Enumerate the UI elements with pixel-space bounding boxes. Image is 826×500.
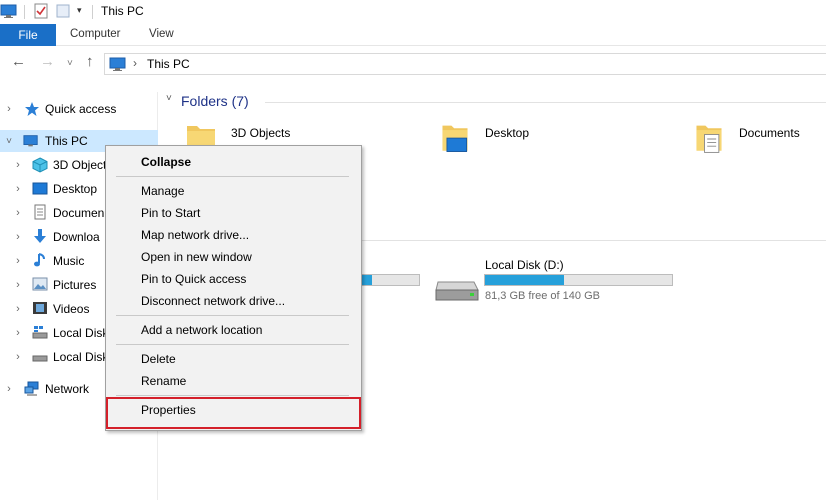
menu-item-rename[interactable]: Rename [141, 374, 186, 388]
chevron-right-icon[interactable]: › [13, 351, 23, 363]
menu-item-add-network-location[interactable]: Add a network location [141, 323, 262, 337]
breadcrumb-this-pc[interactable]: This PC [147, 57, 190, 71]
nav-label: Music [53, 254, 85, 268]
nav-label: Documen [53, 206, 105, 220]
chevron-right-icon[interactable]: › [13, 207, 23, 219]
nav-item-quick-access[interactable]: › Quick access [0, 98, 158, 120]
folder-desktop-icon [442, 125, 468, 152]
chevron-down-icon[interactable]: ˅ [4, 136, 14, 147]
menu-item-disconnect-network-drive[interactable]: Disconnect network drive... [141, 294, 285, 308]
nav-label: Desktop [53, 182, 98, 196]
desktop-icon [32, 182, 48, 195]
tab-computer[interactable]: Computer [70, 28, 121, 40]
address-row: ← → ˅ ↑ › This PC [0, 46, 826, 80]
recent-locations-icon[interactable]: ˅ [67, 56, 73, 72]
computer-icon [109, 57, 126, 71]
window-title: This PC [101, 4, 144, 18]
address-bar[interactable]: › This PC [104, 53, 826, 75]
chevron-right-icon[interactable]: › [13, 183, 23, 195]
chevron-right-icon[interactable]: › [13, 159, 23, 171]
forward-arrow-icon[interactable]: → [40, 54, 55, 70]
folder-label[interactable]: Desktop [485, 126, 529, 140]
computer-icon[interactable] [0, 3, 18, 19]
breadcrumb-chevron-icon[interactable]: › [133, 56, 137, 70]
menu-item-collapse[interactable]: Collapse [141, 155, 191, 169]
folder-label[interactable]: 3D Objects [231, 126, 290, 140]
menu-separator [116, 315, 349, 316]
menu-separator [116, 176, 349, 177]
tab-view[interactable]: View [149, 28, 174, 40]
properties-check-icon[interactable] [33, 3, 49, 19]
download-arrow-icon [34, 229, 46, 243]
up-arrow-icon[interactable]: ↑ [86, 54, 94, 70]
windows-drive-icon [32, 326, 48, 339]
network-icon [24, 381, 39, 396]
drive-d-free-space: 81,3 GB free of 140 GB [485, 290, 600, 302]
nav-label: Pictures [53, 278, 97, 292]
nav-label: 3D Object [53, 158, 107, 172]
chevron-right-icon[interactable]: › [13, 231, 23, 243]
hard-drive-icon [435, 281, 479, 301]
nav-label: Local Disk [53, 350, 109, 364]
customize-toolbar-icon[interactable]: ▾ [77, 5, 82, 16]
menu-separator [116, 344, 349, 345]
chevron-down-icon[interactable]: ˅ [166, 93, 172, 104]
pictures-icon [32, 277, 48, 291]
separator [92, 5, 93, 19]
drive-icon [32, 355, 48, 362]
chevron-right-icon[interactable]: › [4, 103, 14, 115]
star-icon [25, 102, 39, 116]
menu-item-pin-to-start[interactable]: Pin to Start [141, 206, 200, 220]
section-divider [360, 240, 826, 241]
ribbon-tabs: File Computer View [0, 24, 826, 46]
menu-item-pin-quick-access[interactable]: Pin to Quick access [141, 272, 246, 286]
drive-d-usage-fill [485, 275, 564, 285]
nav-label: Local Disk [53, 326, 109, 340]
context-menu: Collapse Manage Pin to Start Map network… [105, 145, 362, 431]
nav-label: This PC [45, 134, 88, 148]
chevron-right-icon[interactable]: › [13, 303, 23, 315]
nav-label: Quick access [45, 102, 117, 116]
tab-file[interactable]: File [0, 24, 56, 46]
title-bar: ▾ This PC [0, 0, 826, 24]
section-divider [265, 102, 826, 103]
chevron-right-icon[interactable]: › [13, 255, 23, 267]
chevron-right-icon[interactable]: › [4, 383, 14, 395]
folder-documents-icon [696, 125, 722, 153]
menu-item-manage[interactable]: Manage [141, 184, 184, 198]
drive-d-usage-bar [484, 274, 673, 286]
new-folder-icon[interactable] [55, 3, 71, 19]
nav-label: Downloa [53, 230, 100, 244]
film-strip-icon [33, 302, 47, 314]
menu-item-delete[interactable]: Delete [141, 352, 176, 366]
chevron-right-icon[interactable]: › [13, 279, 23, 291]
menu-item-open-new-window[interactable]: Open in new window [141, 250, 252, 264]
nav-label: Videos [53, 302, 90, 316]
document-icon [34, 204, 46, 220]
separator [24, 5, 25, 19]
nav-label: Network [45, 382, 90, 396]
chevron-right-icon[interactable]: › [13, 327, 23, 339]
drive-d-label[interactable]: Local Disk (D:) [485, 258, 564, 272]
folder-label[interactable]: Documents [739, 126, 800, 140]
menu-separator [116, 395, 349, 396]
menu-item-map-network-drive[interactable]: Map network drive... [141, 228, 249, 242]
music-note-icon [34, 253, 45, 267]
menu-item-properties[interactable]: Properties [141, 403, 196, 417]
back-arrow-icon[interactable]: ← [11, 54, 26, 70]
folders-section-header[interactable]: Folders (7) [181, 93, 249, 109]
3d-cube-icon [32, 157, 48, 173]
computer-icon [23, 135, 38, 147]
